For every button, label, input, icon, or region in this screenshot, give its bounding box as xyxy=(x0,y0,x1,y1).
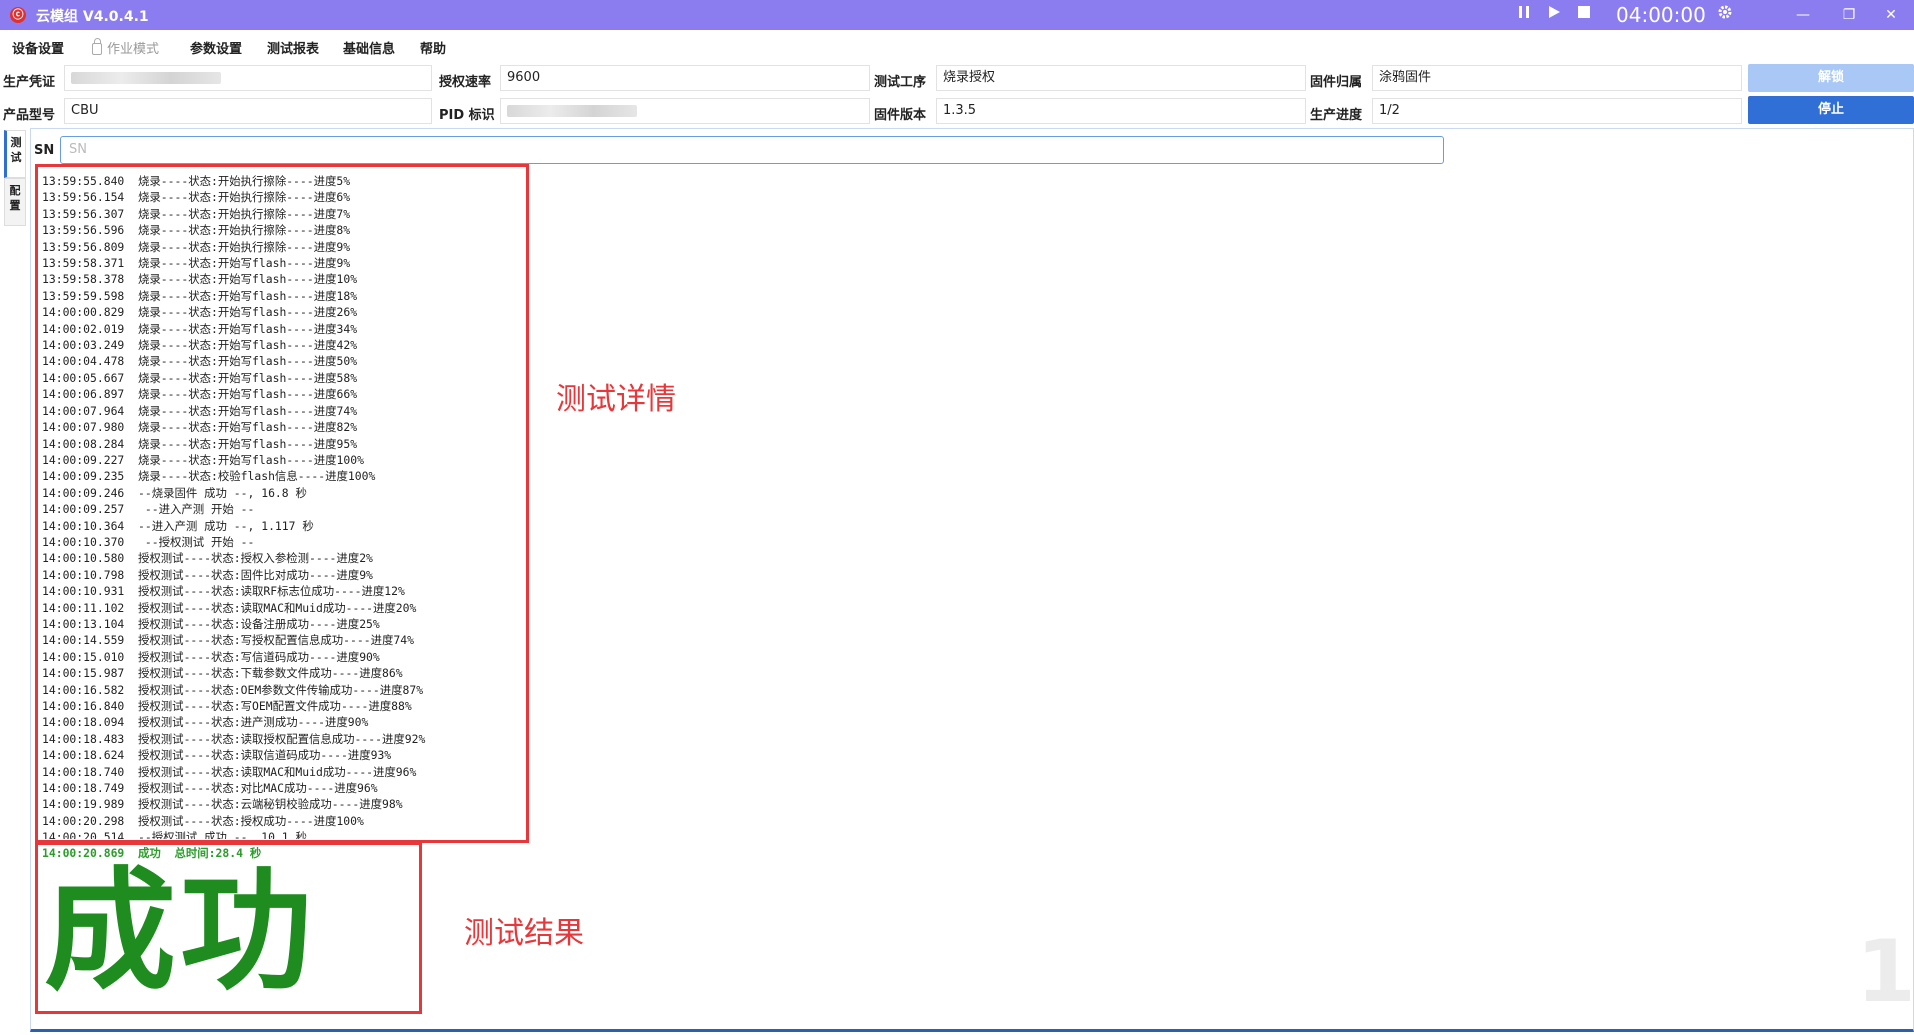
test-process-field[interactable]: 烧录授权 xyxy=(936,65,1306,91)
tab-config[interactable]: 配 置 xyxy=(4,178,26,226)
menu-work-mode[interactable]: 作业模式 xyxy=(92,38,159,57)
sn-input[interactable]: SN xyxy=(60,136,1444,164)
firmware-owner-field[interactable]: 涂鸦固件 xyxy=(1372,65,1742,91)
product-model-field[interactable]: CBU xyxy=(64,98,432,124)
form-row-1: 生产凭证 授权速率 9600 测试工序 烧录授权 固件归属 涂鸦固件 xyxy=(0,63,1914,93)
annotation-result: 测试结果 xyxy=(464,916,584,951)
test-counter: 1 xyxy=(1856,922,1914,1022)
minimize-button[interactable]: — xyxy=(1780,2,1826,28)
title-bar: ⓒ 云模组 V4.0.4.1 04:00:00 — ❐ ✕ xyxy=(0,0,1914,30)
production-progress-label: 生产进度 xyxy=(1310,108,1363,123)
stop-icon[interactable] xyxy=(1576,4,1592,26)
side-tabs: 测 试 配 置 xyxy=(4,130,26,226)
pause-icon[interactable] xyxy=(1516,4,1532,26)
menu-base-info[interactable]: 基础信息 xyxy=(343,38,395,57)
timer-display: 04:00:00 xyxy=(1616,3,1706,27)
sn-label: SN xyxy=(34,143,55,158)
production-progress-field[interactable]: 1/2 xyxy=(1372,98,1742,124)
firmware-version-label: 固件版本 xyxy=(874,108,927,123)
details-highlight-box xyxy=(35,164,529,843)
firmware-version-field[interactable]: 1.3.5 xyxy=(936,98,1306,124)
pid-field[interactable] xyxy=(500,98,870,124)
play-icon[interactable] xyxy=(1546,4,1562,26)
menu-param-settings[interactable]: 参数设置 xyxy=(190,38,242,57)
auth-rate-field[interactable]: 9600 xyxy=(500,65,870,91)
result-highlight-box xyxy=(35,842,422,1014)
menu-bar: 设备设置 作业模式 参数设置 测试报表 基础信息 帮助 xyxy=(0,30,1914,62)
unlock-button[interactable]: 解锁 xyxy=(1748,64,1914,92)
firmware-owner-label: 固件归属 xyxy=(1310,75,1363,90)
menu-test-report[interactable]: 测试报表 xyxy=(267,38,319,57)
stop-button[interactable]: 停止 xyxy=(1748,96,1914,124)
annotation-details: 测试详情 xyxy=(556,382,676,417)
auth-rate-label: 授权速率 xyxy=(439,75,492,90)
gear-icon[interactable] xyxy=(1716,4,1734,26)
menu-device-settings[interactable]: 设备设置 xyxy=(12,38,64,57)
close-button[interactable]: ✕ xyxy=(1868,2,1914,28)
production-credential-label: 生产凭证 xyxy=(3,75,56,90)
test-process-label: 测试工序 xyxy=(874,75,927,90)
app-logo-icon: ⓒ xyxy=(10,7,26,23)
app-title: 云模组 V4.0.4.1 xyxy=(36,9,149,25)
lock-icon xyxy=(92,38,102,55)
product-model-label: 产品型号 xyxy=(3,108,56,123)
menu-work-mode-label: 作业模式 xyxy=(107,42,160,57)
pid-label: PID 标识 xyxy=(439,108,495,123)
production-credential-field[interactable] xyxy=(64,65,432,91)
redacted-pid xyxy=(507,104,637,117)
restore-button[interactable]: ❐ xyxy=(1826,2,1872,28)
redacted-credential xyxy=(71,71,221,84)
menu-help[interactable]: 帮助 xyxy=(420,38,446,57)
form-row-2: 产品型号 CBU PID 标识 固件版本 1.3.5 生产进度 1/2 xyxy=(0,96,1914,126)
tab-test[interactable]: 测 试 xyxy=(4,130,26,178)
